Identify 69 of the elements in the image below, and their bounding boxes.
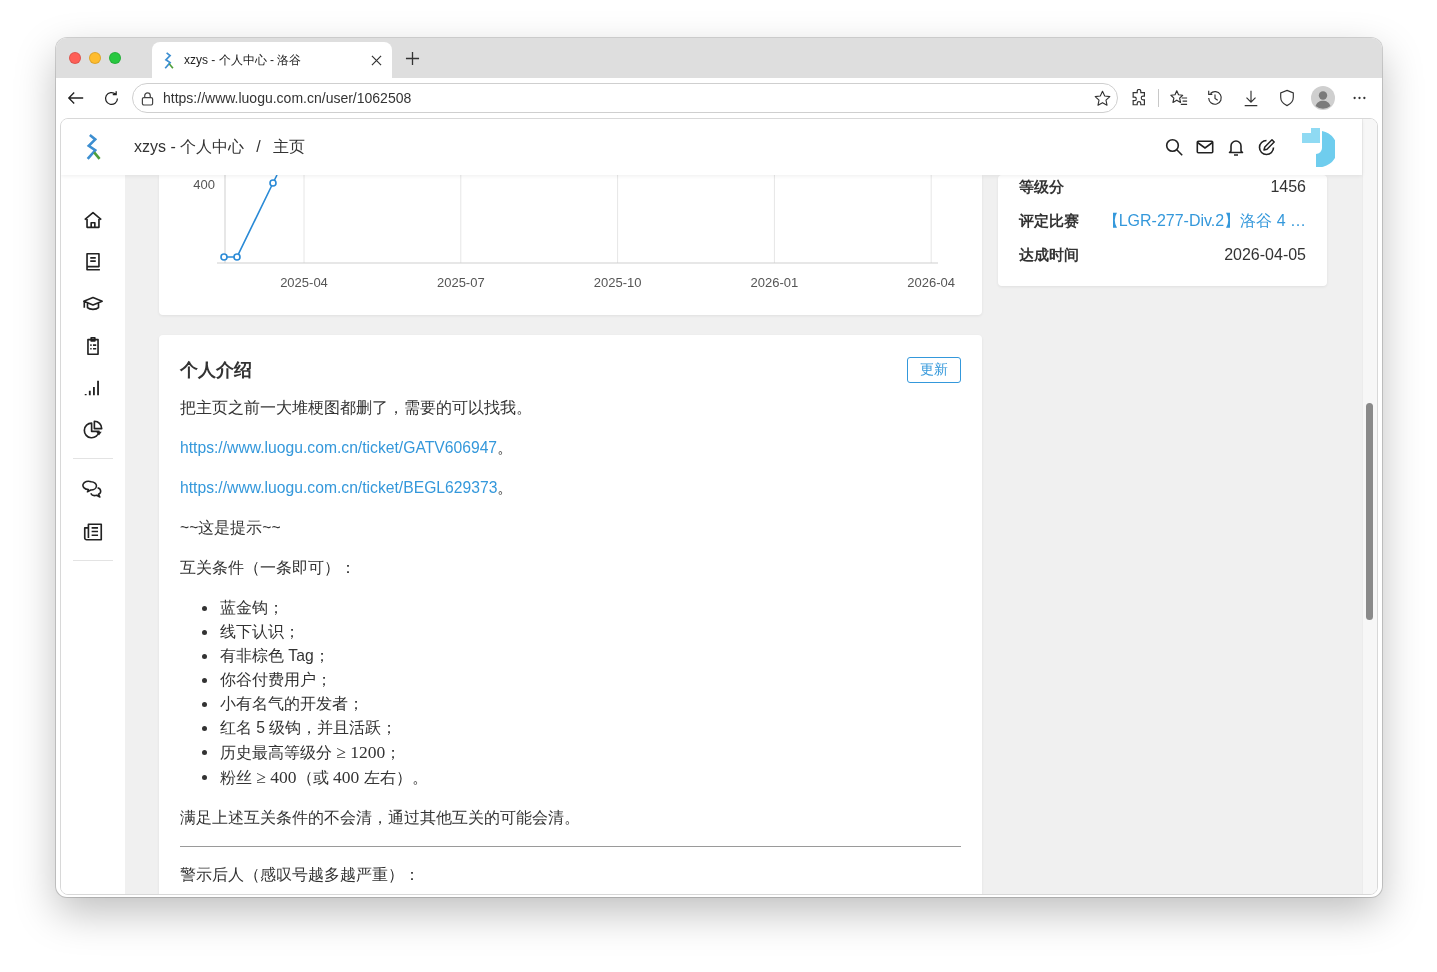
- window-close-icon[interactable]: [69, 52, 81, 64]
- update-button[interactable]: 更新: [907, 357, 961, 383]
- contest-link[interactable]: 【LGR-277-Div.2】洛谷 4 …: [1102, 210, 1306, 232]
- list-item: 小有名气的开发者；: [220, 694, 364, 714]
- intro-paragraph: ~~这是提示~~: [180, 518, 282, 538]
- axis-tick-label: 2026-04: [907, 275, 956, 290]
- star-list-icon[interactable]: [1170, 89, 1188, 107]
- mail-icon[interactable]: [1196, 138, 1214, 156]
- more-icon[interactable]: [1352, 96, 1366, 100]
- bullet-icon: [202, 653, 207, 659]
- breadcrumb-current: 主页: [272, 136, 305, 157]
- bullet-icon: [202, 725, 207, 731]
- pen-icon[interactable]: [1258, 138, 1276, 156]
- ticket-link[interactable]: https://www.luogu.com.cn/ticket/BEGL629373: [180, 479, 498, 496]
- intro-paragraph: 把主页之前一大堆梗图都删了，需要的可以找我。: [180, 398, 533, 418]
- shield-icon[interactable]: [1278, 89, 1296, 107]
- intro-paragraph: 互关条件（一条即可）：: [180, 558, 357, 578]
- puzzle-piece-icon[interactable]: [1130, 89, 1148, 107]
- scrollbar-thumb[interactable]: [1366, 403, 1373, 620]
- search-icon[interactable]: [1165, 138, 1183, 156]
- field-label: 等级分: [1019, 177, 1064, 197]
- home-icon[interactable]: [82, 209, 104, 231]
- data-point: [233, 253, 241, 261]
- bullet-icon: [202, 775, 207, 780]
- star-icon[interactable]: [1094, 89, 1111, 107]
- pie-chart-icon[interactable]: [82, 419, 104, 441]
- download-icon[interactable]: [1242, 89, 1260, 107]
- bell-icon[interactable]: [1227, 138, 1245, 156]
- intro-paragraph: https://www.luogu.com.cn/ticket/GATV606947。: [180, 438, 515, 458]
- axis-tick-label: 2025-10: [593, 275, 642, 290]
- browser-tab[interactable]: xzys - 个人中心 - 洛谷: [152, 42, 392, 78]
- axis-tick-label: 400: [193, 177, 215, 192]
- data-point: [269, 179, 277, 187]
- chat-icon[interactable]: [82, 479, 104, 501]
- list-item: 你谷付费用户；: [220, 670, 332, 690]
- intro-paragraph: https://www.luogu.com.cn/ticket/BEGL629373。: [180, 478, 515, 498]
- breadcrumb-separator: /: [256, 138, 261, 156]
- axis-tick-label: 2026-01: [750, 275, 799, 290]
- list-item: 粉丝 ≥ 400（或 400 左右）。: [220, 766, 428, 789]
- back-icon[interactable]: [67, 89, 85, 107]
- data-point: [220, 253, 228, 261]
- history-icon[interactable]: [1206, 89, 1224, 107]
- section-title: 个人介绍: [180, 359, 252, 382]
- bullet-icon: [202, 629, 207, 635]
- list-item: 蓝金钩；: [220, 598, 284, 618]
- lock-icon: [141, 90, 154, 106]
- list-item: 红名 5 级钩，并且活跃；: [220, 718, 398, 738]
- newspaper-icon[interactable]: [82, 521, 104, 543]
- bullet-icon: [202, 605, 207, 611]
- axis-tick-label: 2025-04: [280, 275, 328, 290]
- plus-icon[interactable]: [405, 50, 420, 66]
- intro-paragraph: 警示后人（感叹号越多越严重）：: [180, 865, 421, 885]
- reload-icon[interactable]: [103, 89, 120, 107]
- axis-tick-label: 2025-07: [436, 275, 485, 290]
- field-value: 2026-04-05: [1224, 245, 1306, 265]
- close-icon[interactable]: [371, 54, 382, 66]
- field-label: 达成时间: [1019, 245, 1079, 265]
- field-value: 1456: [1270, 177, 1306, 197]
- intro-paragraph: 满足上述互关条件的不会清，通过其他互关的可能会清。: [180, 808, 581, 828]
- ticket-link[interactable]: https://www.luogu.com.cn/ticket/GATV606947: [180, 439, 498, 456]
- bullet-icon: [202, 677, 207, 683]
- list-item: 历史最高等级分 ≥ 1200；: [220, 741, 402, 764]
- profile-avatar-icon[interactable]: [1311, 86, 1335, 110]
- breadcrumb-link[interactable]: xzys - 个人中心: [134, 136, 245, 158]
- list-item: 有非棕色 Tag；: [220, 646, 330, 666]
- field-label: 评定比赛: [1019, 211, 1079, 231]
- bullet-icon: [202, 750, 207, 755]
- bullet-icon: [202, 701, 207, 707]
- list-item: 线下认识；: [220, 622, 300, 642]
